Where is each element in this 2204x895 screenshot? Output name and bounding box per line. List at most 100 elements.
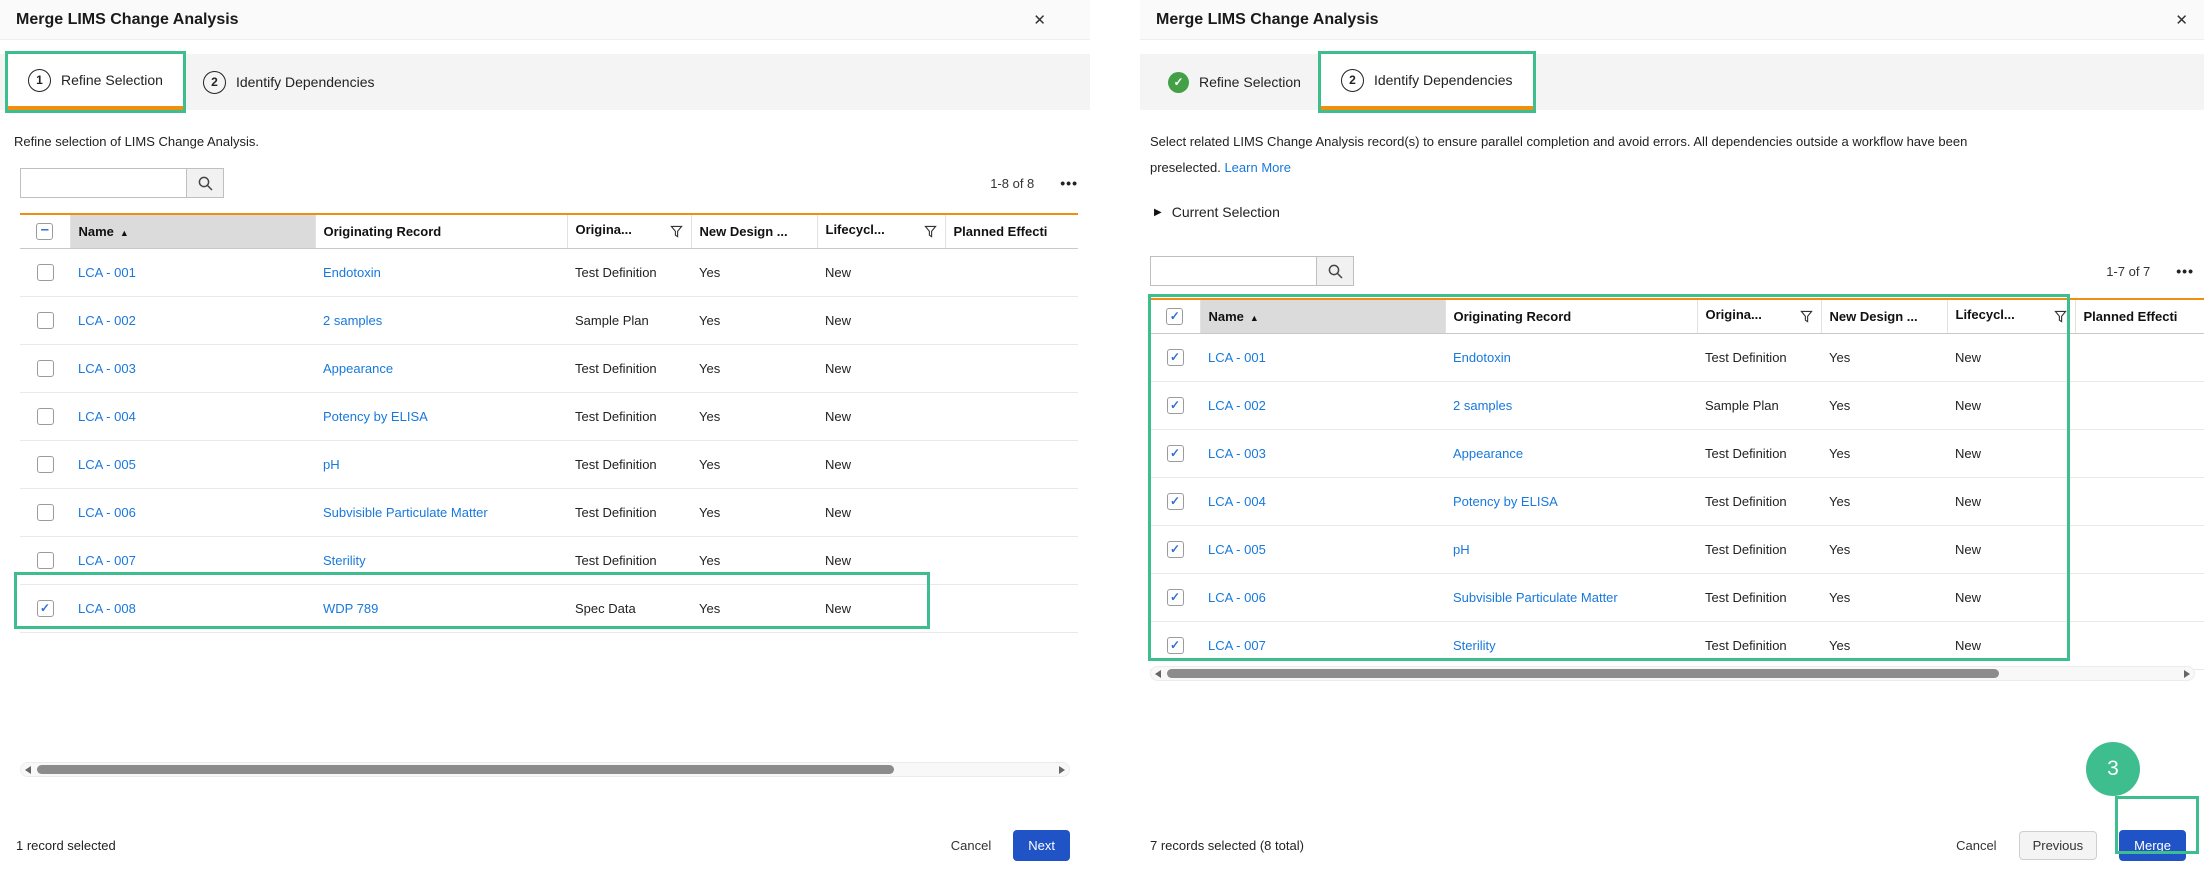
scroll-left-icon[interactable] [1155,669,1161,678]
record-link[interactable]: LCA - 001 [78,265,136,280]
checkbox-checked[interactable]: ✓ [1166,541,1184,559]
record-link[interactable]: Sterility [1453,638,1496,653]
tab-identify-dependencies[interactable]: 2 Identify Dependencies [1317,51,1536,113]
search-input[interactable] [20,168,186,198]
record-link[interactable]: LCA - 007 [1208,638,1266,653]
column-header-checkbox: ✓ [1150,300,1200,334]
checkbox-unchecked[interactable] [36,264,54,282]
record-link[interactable]: Potency by ELISA [1453,494,1558,509]
record-link[interactable]: pH [323,457,340,472]
record-link[interactable]: LCA - 005 [78,457,136,472]
cell-name: LCA - 008 [70,584,315,633]
tab-refine-selection[interactable]: 1 Refine Selection [5,51,186,113]
tab-identify-dependencies[interactable]: 2 Identify Dependencies [183,54,395,110]
row-checkbox-cell: ✓ [1150,525,1200,574]
cell-planned [2075,429,2204,478]
checkbox-unchecked[interactable] [36,456,54,474]
record-link[interactable]: LCA - 004 [1208,494,1266,509]
column-label: Name [78,224,114,239]
horizontal-scrollbar[interactable] [1150,666,2195,681]
checkbox-unchecked[interactable] [36,312,54,330]
more-actions-icon[interactable]: ••• [2176,263,2194,279]
record-link[interactable]: LCA - 001 [1208,350,1266,365]
record-link[interactable]: Potency by ELISA [323,409,428,424]
cell-originating_record: Potency by ELISA [1445,477,1697,526]
cell-lifecycl: New [817,296,945,345]
cancel-button[interactable]: Cancel [1956,838,1996,853]
scroll-right-icon[interactable] [2184,669,2190,678]
record-link[interactable]: LCA - 006 [78,505,136,520]
cell-lifecycl: New [1947,381,2075,430]
record-link[interactable]: LCA - 008 [78,601,136,616]
cell-origina: Sample Plan [1697,381,1821,430]
search-icon[interactable] [186,168,224,198]
filter-icon[interactable] [1799,310,1813,326]
record-link[interactable]: Subvisible Particulate Matter [1453,590,1618,605]
checkbox-checked[interactable]: ✓ [1166,308,1184,326]
record-link[interactable]: LCA - 003 [1208,446,1266,461]
scroll-left-icon[interactable] [25,765,31,774]
sort-asc-icon[interactable]: ▲ [1250,313,1259,323]
cell-planned [945,440,1078,489]
filter-icon[interactable] [669,225,683,241]
checkbox-unchecked[interactable] [36,504,54,522]
search-icon[interactable] [1316,256,1354,286]
column-label: New Design ... [1829,309,1918,324]
annotation-step-badge: 3 [2086,742,2140,796]
scrollbar-track[interactable] [1165,666,2180,681]
record-link[interactable]: LCA - 005 [1208,542,1266,557]
checkbox-unchecked[interactable] [36,408,54,426]
merge-button[interactable]: Merge [2119,829,2186,861]
tab-refine-selection[interactable]: ✓ Refine Selection [1148,54,1321,110]
record-link[interactable]: Appearance [1453,446,1523,461]
record-link[interactable]: Endotoxin [1453,350,1511,365]
record-link[interactable]: LCA - 006 [1208,590,1266,605]
more-actions-icon[interactable]: ••• [1060,175,1078,191]
column-label: Planned Effecti [2083,309,2178,324]
record-link[interactable]: LCA - 004 [78,409,136,424]
scrollbar-track[interactable] [35,762,1055,777]
record-link[interactable]: WDP 789 [323,601,378,616]
search-input[interactable] [1150,256,1316,286]
checkbox-checked[interactable]: ✓ [1166,397,1184,415]
record-link[interactable]: 2 samples [323,313,382,328]
scroll-right-icon[interactable] [1059,765,1065,774]
tab-label: Identify Dependencies [235,74,375,90]
record-link[interactable]: Endotoxin [323,265,381,280]
record-link[interactable]: Appearance [323,361,393,376]
checkbox-indeterminate[interactable]: – [36,222,54,241]
scrollbar-thumb[interactable] [1167,669,2000,678]
close-icon[interactable]: ✕ [2175,11,2188,29]
record-link[interactable]: LCA - 002 [78,313,136,328]
checkbox-checked[interactable]: ✓ [1166,637,1184,655]
current-selection-toggle[interactable]: ▶ Current Selection [1154,204,1280,220]
cancel-button[interactable]: Cancel [951,838,991,853]
cell-planned [945,488,1078,537]
filter-icon[interactable] [923,225,937,241]
record-link[interactable]: LCA - 003 [78,361,136,376]
record-link[interactable]: Sterility [323,553,366,568]
record-link[interactable]: Subvisible Particulate Matter [323,505,488,520]
record-link[interactable]: LCA - 007 [78,553,136,568]
horizontal-scrollbar[interactable] [20,762,1070,777]
learn-more-link[interactable]: Learn More [1224,160,1290,175]
record-link[interactable]: LCA - 002 [1208,398,1266,413]
checkbox-checked[interactable]: ✓ [1166,349,1184,367]
tab-label: Refine Selection [61,72,163,88]
record-link[interactable]: pH [1453,542,1470,557]
scrollbar-thumb[interactable] [37,765,894,774]
checkbox-checked[interactable]: ✓ [1166,493,1184,511]
sort-asc-icon[interactable]: ▲ [120,228,129,238]
checkbox-checked[interactable]: ✓ [1166,445,1184,463]
checkbox-unchecked[interactable] [36,552,54,570]
filter-icon[interactable] [2053,310,2067,326]
record-link[interactable]: 2 samples [1453,398,1512,413]
column-label: Lifecycl... [1955,307,2015,322]
previous-button[interactable]: Previous [2018,830,2098,860]
checkbox-checked[interactable]: ✓ [36,600,54,618]
checkbox-unchecked[interactable] [36,360,54,378]
close-icon[interactable]: ✕ [1033,11,1046,29]
next-button[interactable]: Next [1013,829,1070,861]
table-row: ✓ LCA - 002 2 samples Sample Plan Yes New [1150,381,2204,430]
checkbox-checked[interactable]: ✓ [1166,589,1184,607]
